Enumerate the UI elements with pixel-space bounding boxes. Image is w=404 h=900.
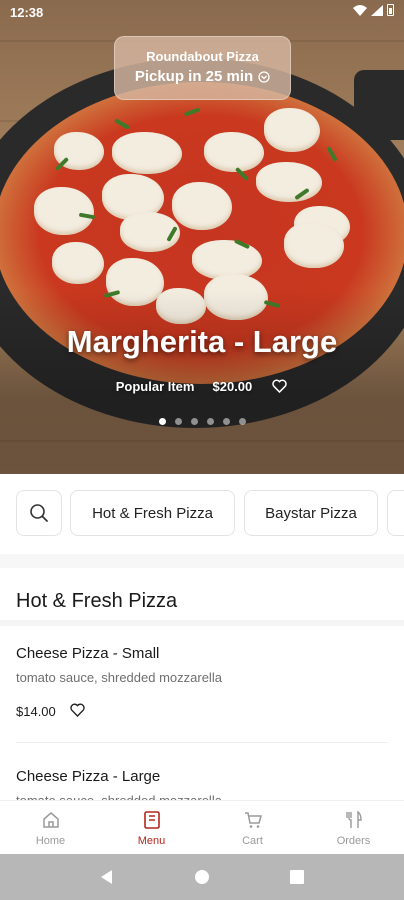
- nav-menu[interactable]: Menu: [101, 801, 202, 854]
- carousel-dot[interactable]: [190, 418, 198, 425]
- nav-label: Orders: [336, 835, 371, 847]
- search-icon: [30, 504, 48, 522]
- section-title: Hot & Fresh Pizza: [16, 590, 178, 612]
- pickup-info-button[interactable]: Roundabout Pizza Pickup in 25 min: [114, 36, 291, 100]
- item-divider: [16, 742, 388, 743]
- carousel-dot[interactable]: [174, 418, 182, 425]
- carousel-dot[interactable]: [238, 418, 246, 425]
- search-button[interactable]: [16, 490, 62, 536]
- section-spacer: [0, 554, 404, 568]
- category-chip-baystar-pizza[interactable]: Baystar Pizza: [244, 490, 378, 536]
- category-bar: Hot & Fresh Pizza Baystar Pizza: [0, 474, 404, 554]
- bottom-navigation: Home Menu Cart Orders: [0, 800, 404, 854]
- pickup-time: Pickup in 25 min: [134, 68, 254, 85]
- nav-label: Menu: [137, 835, 166, 847]
- system-navigation-bar: [0, 854, 404, 900]
- menu-item-description: tomato sauce, shredded mozzarella: [16, 670, 222, 685]
- back-icon[interactable]: [99, 869, 115, 885]
- section-divider: [0, 620, 404, 626]
- category-chip-more[interactable]: [387, 490, 404, 536]
- carousel-dot[interactable]: [158, 418, 166, 425]
- carousel-dot[interactable]: [222, 418, 230, 425]
- menu-item-name: Cheese Pizza - Large: [16, 768, 161, 785]
- status-bar: 12:38: [0, 0, 404, 26]
- featured-item-price: $20.00: [212, 378, 253, 394]
- featured-item-meta: Popular Item $20.00: [0, 377, 404, 395]
- battery-icon: [387, 4, 394, 16]
- orders-icon: [343, 809, 365, 831]
- nav-home[interactable]: Home: [0, 801, 101, 854]
- category-chip-hot-fresh-pizza[interactable]: Hot & Fresh Pizza: [70, 490, 235, 536]
- store-name: Roundabout Pizza: [146, 49, 259, 64]
- hero-image[interactable]: 12:38 Roundabout Pizza Pickup in 25 min …: [0, 0, 404, 474]
- status-icons: [353, 4, 394, 16]
- pizza-peel-handle: [354, 70, 404, 140]
- menu-item[interactable]: Cheese Pizza - Small tomato sauce, shred…: [16, 645, 388, 720]
- cart-icon: [242, 809, 264, 831]
- wifi-icon: [353, 4, 367, 16]
- chevron-down-circle-icon: [258, 70, 270, 83]
- favorite-heart-icon[interactable]: [70, 703, 85, 720]
- menu-item-name: Cheese Pizza - Small: [16, 645, 160, 662]
- favorite-heart-icon[interactable]: [270, 377, 288, 395]
- carousel-dot[interactable]: [206, 418, 214, 425]
- home-circle-icon[interactable]: [194, 869, 210, 885]
- nav-label: Cart: [242, 835, 263, 847]
- home-icon: [40, 809, 62, 831]
- nav-orders[interactable]: Orders: [303, 801, 404, 854]
- nav-label: Home: [35, 835, 66, 847]
- menu-item-price: $14.00: [16, 704, 56, 719]
- carousel-dots[interactable]: [0, 418, 404, 425]
- popular-badge: Popular Item: [115, 378, 195, 394]
- recents-icon[interactable]: [289, 869, 305, 885]
- featured-item-title: Margherita - Large: [66, 324, 338, 359]
- signal-icon: [371, 4, 383, 16]
- app-screen: 12:38 Roundabout Pizza Pickup in 25 min …: [0, 0, 404, 900]
- status-time: 12:38: [10, 5, 44, 20]
- menu-icon: [141, 809, 163, 831]
- nav-cart[interactable]: Cart: [202, 801, 303, 854]
